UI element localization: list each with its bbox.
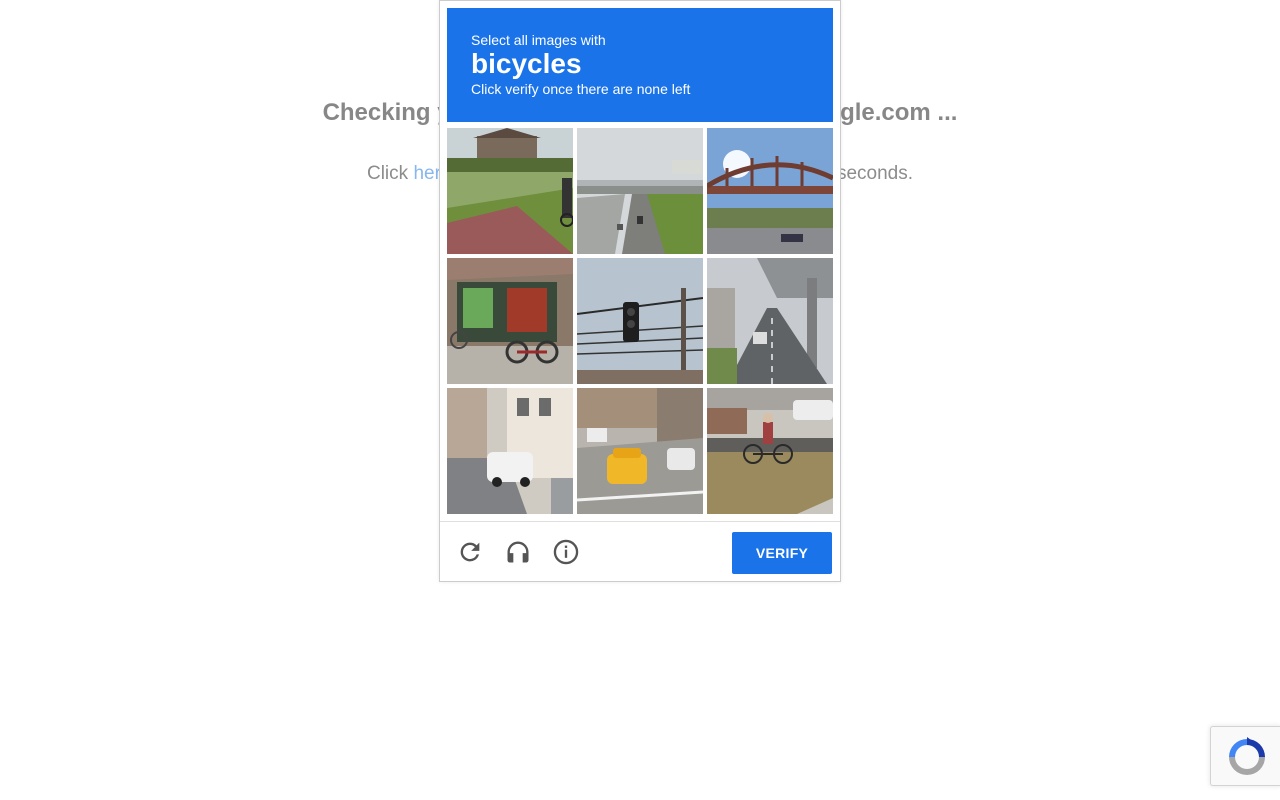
challenge-footer: VERIFY — [440, 521, 840, 581]
image-tile-5[interactable] — [577, 258, 703, 384]
image-grid — [447, 128, 833, 514]
image-tile-1[interactable] — [447, 128, 573, 254]
image-tile-9[interactable] — [707, 388, 833, 514]
image-tile-7[interactable] — [447, 388, 573, 514]
reload-icon[interactable] — [456, 538, 484, 566]
image-tile-2[interactable] — [577, 128, 703, 254]
headphones-icon[interactable] — [504, 538, 532, 566]
tile-steel-bridge — [707, 128, 833, 254]
tile-cyclist-on-path — [447, 128, 573, 254]
image-tile-3[interactable] — [707, 128, 833, 254]
image-tile-6[interactable] — [707, 258, 833, 384]
tile-elevated-road — [707, 258, 833, 384]
target-object: bicycles — [471, 48, 582, 79]
challenge-header: Select all images with bicycles Click ve… — [447, 8, 833, 122]
image-tile-4[interactable] — [447, 258, 573, 384]
instruction-subtext: Click verify once there are none left — [471, 81, 691, 97]
tile-highway-overpass — [577, 128, 703, 254]
tile-cyclist-on-grass — [707, 388, 833, 514]
verify-button[interactable]: VERIFY — [732, 532, 832, 574]
info-icon[interactable] — [552, 538, 580, 566]
tile-street-parked-cars — [447, 388, 573, 514]
tile-shop-with-bikes — [447, 258, 573, 384]
recaptcha-logo-icon — [1229, 737, 1265, 775]
recaptcha-badge[interactable] — [1210, 726, 1280, 786]
tile-traffic-light — [577, 258, 703, 384]
image-tile-8[interactable] — [577, 388, 703, 514]
recaptcha-challenge: Select all images with bicycles Click ve… — [439, 0, 841, 582]
instruction-text: Select all images with — [471, 32, 606, 48]
tile-taxi-street — [577, 388, 703, 514]
